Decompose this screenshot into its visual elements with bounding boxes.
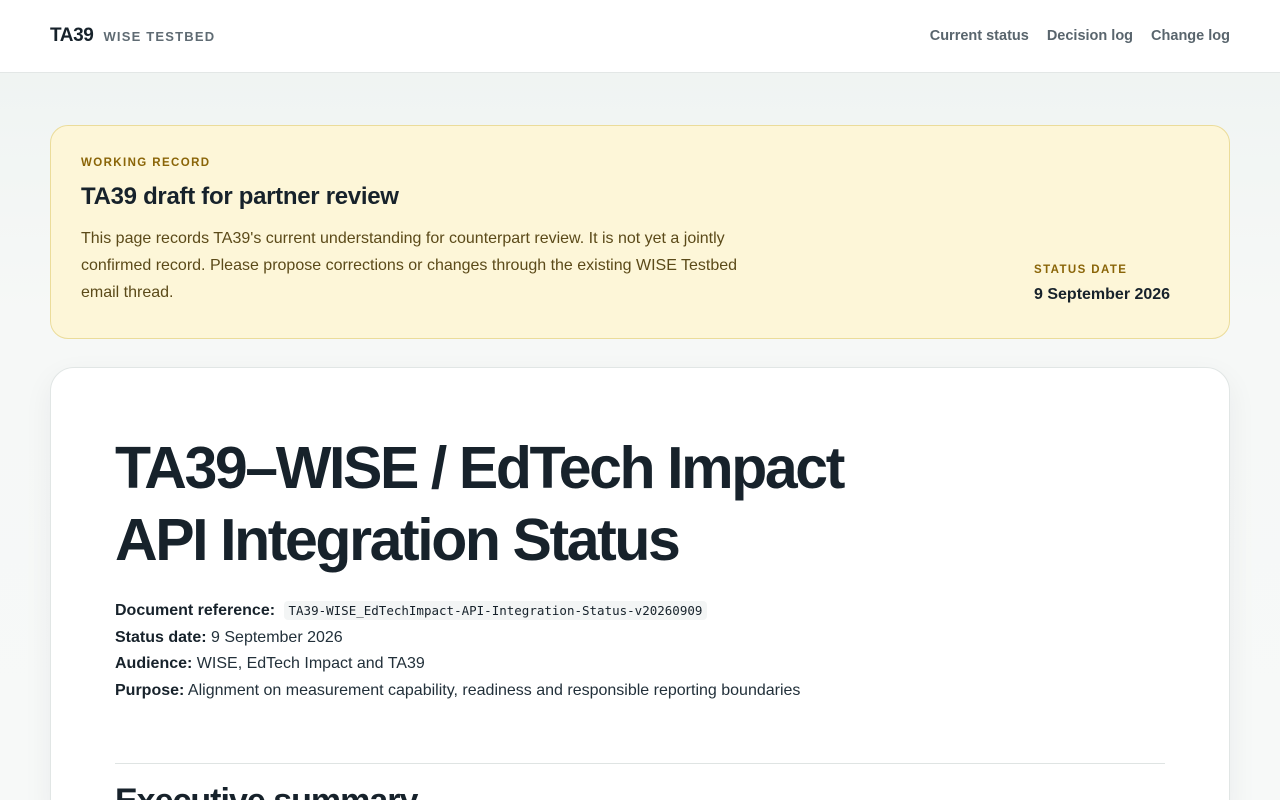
meta-purpose-value: Alignment on measurement capability, rea…	[187, 681, 801, 699]
meta-purpose-label: Purpose:	[115, 681, 185, 699]
section-heading-executive-summary: Executive summary	[115, 782, 418, 800]
status-date-value: 9 September 2026	[1034, 286, 1171, 303]
notice-title: TA39 draft for partner review	[81, 183, 399, 210]
top-bar: TA39 WISE TESTBED Current status Decisio…	[0, 0, 1280, 73]
status-date-label: STATUS DATE	[1034, 264, 1128, 276]
brand-subtitle: WISE TESTBED	[103, 29, 216, 44]
meta-audience: Audience: WISE, EdTech Impact and TA39	[115, 651, 1165, 678]
meta-audience-label: Audience:	[115, 655, 193, 672]
notice-eyebrow: WORKING RECORD	[81, 157, 211, 169]
document-meta: Document reference: TA39-WISE_EdTechImpa…	[115, 598, 1165, 704]
meta-reference-label: Document reference:	[115, 602, 276, 619]
document-card: TA39–WISE / EdTech Impact API Integratio…	[50, 367, 1230, 800]
meta-purpose: Purpose: Alignment on measurement capabi…	[115, 678, 1165, 705]
meta-status-date: Status date: 9 September 2026	[115, 625, 1165, 652]
working-record-notice: WORKING RECORD TA39 draft for partner re…	[50, 125, 1230, 339]
nav-current-status[interactable]: Current status	[930, 28, 1029, 44]
notice-body: This page records TA39's current underst…	[81, 230, 738, 301]
meta-reference: Document reference: TA39-WISE_EdTechImpa…	[115, 598, 1165, 625]
meta-reference-value: TA39-WISE_EdTechImpact-API-Integration-S…	[283, 601, 708, 620]
page-title: TA39–WISE / EdTech Impact API Integratio…	[115, 435, 845, 573]
section-divider	[115, 763, 1165, 764]
brand-logo[interactable]: TA39	[50, 25, 94, 47]
notice-status: STATUS DATE 9 September 2026	[1034, 264, 1170, 304]
meta-status-label: Status date:	[115, 628, 207, 646]
main-nav: Current status Decision log Change log	[930, 28, 1230, 44]
nav-decision-log[interactable]: Decision log	[1047, 28, 1133, 44]
brand[interactable]: TA39 WISE TESTBED	[50, 25, 215, 47]
meta-status-value: 9 September 2026	[211, 628, 343, 646]
meta-audience-value: WISE, EdTech Impact and TA39	[196, 655, 425, 672]
nav-change-log[interactable]: Change log	[1151, 28, 1230, 44]
